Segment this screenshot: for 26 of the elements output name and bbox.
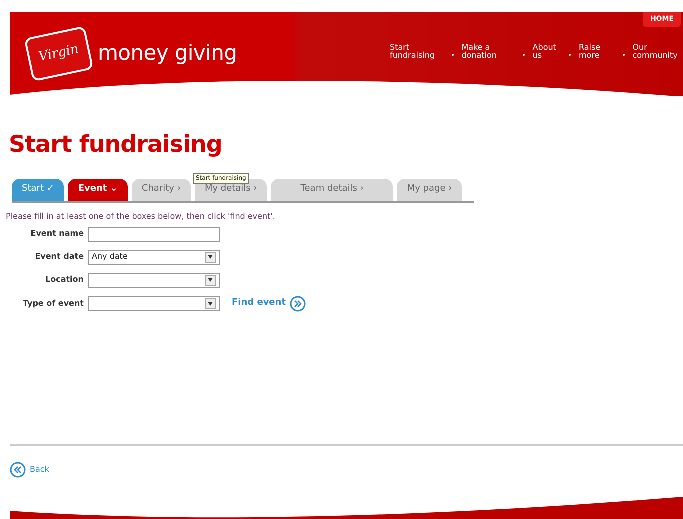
- find-event-link[interactable]: Find event: [232, 296, 306, 312]
- page-title: Start fundraising: [9, 131, 224, 160]
- nav-link[interactable]: About us: [532, 44, 562, 61]
- field-label: Type of event: [22, 298, 84, 310]
- logo-text: money giving: [98, 40, 238, 68]
- field-label: Location: [44, 274, 84, 286]
- field-label: Event date: [34, 251, 84, 263]
- forward-icon: [290, 296, 306, 312]
- back-link[interactable]: Back: [10, 462, 60, 478]
- nav-link[interactable]: Raise more: [578, 44, 616, 61]
- dropdown-field[interactable]: Any date: [88, 250, 220, 264]
- dropdown-field[interactable]: [88, 296, 220, 311]
- step-tab[interactable]: Event ⌄: [68, 178, 128, 200]
- field-label: Event name: [30, 228, 84, 240]
- nav-link[interactable]: Start fundraising: [390, 44, 444, 61]
- step-tab[interactable]: Team details ›: [271, 178, 394, 200]
- logo-badge[interactable]: Virgin: [24, 26, 94, 82]
- step-tab[interactable]: Charity ›: [132, 178, 191, 200]
- instruction-text: Please fill in at least one of the boxes below, then click 'find event'.: [6, 210, 276, 222]
- nav-link[interactable]: Our community: [632, 44, 683, 61]
- input-field[interactable]: [88, 226, 220, 242]
- nav-link[interactable]: Make a donation: [462, 44, 516, 61]
- step-tab[interactable]: Start ✓: [12, 178, 64, 200]
- step-tab[interactable]: My page ›: [397, 178, 462, 200]
- back-icon: [10, 462, 26, 478]
- dropdown-field[interactable]: [88, 272, 220, 288]
